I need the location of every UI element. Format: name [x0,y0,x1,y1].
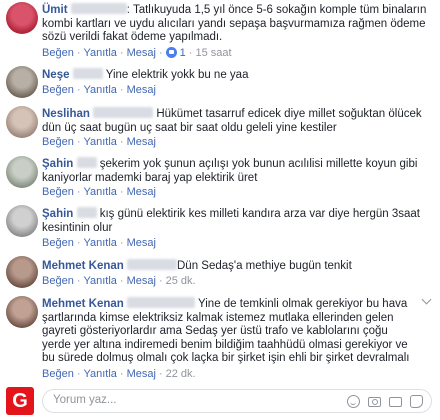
redacted-name [70,3,127,14]
reply-link[interactable]: Yanıtla [83,136,116,148]
message-link[interactable]: Mesaj [127,84,156,96]
comment-composer: G [0,386,440,416]
comment-author[interactable]: Mehmet Kenan [42,260,124,272]
chevron-down-icon[interactable] [421,294,432,305]
reaction-count[interactable]: 1 [180,47,186,59]
comment-actions: Beğen · Yanıtla · Mesaj [42,186,156,198]
gif-icon[interactable] [389,397,402,407]
comment-text: şekerim yok şunun açılışı yok bunun acıl… [42,158,418,184]
comment-actions: Beğen · Yanıtla · Mesaj [42,84,156,96]
comment-author[interactable]: Mehmet Kenan [42,298,124,310]
reply-link[interactable]: Yanıtla [83,84,116,96]
comment-author[interactable]: Şahin [42,208,73,220]
like-link[interactable]: Beğen [42,47,74,59]
comment-author[interactable]: Şahin [42,158,73,170]
like-link[interactable]: Beğen [42,136,74,148]
reply-link[interactable]: Yanıtla [83,275,116,287]
comment-author[interactable]: Neşe [42,69,70,81]
comment-input-box[interactable] [42,389,432,413]
message-link[interactable]: Mesaj [127,237,156,249]
comment-author[interactable]: Ümit [42,4,68,16]
comment-author[interactable]: Neslihan [42,108,90,120]
comment-actions: Beğen · Yanıtla · Mesaj [42,237,156,249]
redacted-name [127,297,195,308]
reply-link[interactable]: Yanıtla [83,368,116,380]
avatar[interactable] [6,156,38,188]
reply-link[interactable]: Yanıtla [83,47,116,59]
like-link[interactable]: Beğen [42,237,74,249]
comment-body: Neşe Yine elektrik yokk bu ne yaa [42,68,430,83]
timestamp[interactable]: 22 dk. [166,368,196,380]
comment-input[interactable] [53,394,353,406]
composer-icons [347,395,423,408]
comment-text: Dün Sedaş'a methiye bugün tenkit [177,260,352,272]
redacted-name [127,259,177,270]
avatar[interactable] [6,296,38,328]
comment-body: Neslihan Hükümet tasarruf edicek diye mi… [42,107,430,135]
emoji-icon[interactable] [347,395,360,408]
comment-body: Şahin şekerim yok şunun açılışı yok bunu… [42,157,430,185]
camera-icon[interactable] [368,397,381,407]
avatar[interactable] [6,66,38,98]
redacted-name [76,207,97,218]
redacted-name [76,157,97,168]
comment-text: kış günü elektirik kes milleti kandıra a… [42,208,420,234]
comment-actions: Beğen · Yanıtla · Mesaj · 1 · 15 saat [42,47,232,59]
timestamp[interactable]: 25 dk. [166,275,196,287]
page-logo: G [6,387,34,415]
like-link[interactable]: Beğen [42,84,74,96]
message-link[interactable]: Mesaj [127,136,156,148]
avatar[interactable] [6,205,38,237]
comment-body: Mehmet Kenan Dün Sedaş'a methiye bugün t… [42,259,430,274]
comment-body: Şahin kış günü elektirik kes milleti kan… [42,207,430,235]
reply-link[interactable]: Yanıtla [83,237,116,249]
comment-actions: Beğen · Yanıtla · Mesaj · 25 dk. [42,275,196,287]
message-link[interactable]: Mesaj [127,186,156,198]
comment-actions: Beğen · Yanıtla · Mesaj · 22 dk. [42,368,196,380]
message-link[interactable]: Mesaj [127,275,156,287]
redacted-name [93,107,154,118]
timestamp[interactable]: 15 saat [195,47,231,59]
like-reaction-icon[interactable] [165,47,177,58]
avatar[interactable] [6,256,38,288]
message-link[interactable]: Mesaj [127,47,156,59]
reply-link[interactable]: Yanıtla [83,186,116,198]
sticker-icon[interactable] [410,395,423,408]
avatar[interactable] [6,2,38,34]
like-link[interactable]: Beğen [42,275,74,287]
message-link[interactable]: Mesaj [127,368,156,380]
comment-body: Mehmet Kenan Yine de temkinli olmak gere… [42,297,418,366]
comment-text: Yine elektrik yokk bu ne yaa [105,69,249,81]
comment-actions: Beğen · Yanıtla · Mesaj [42,136,156,148]
like-link[interactable]: Beğen [42,368,74,380]
like-link[interactable]: Beğen [42,186,74,198]
redacted-name [72,68,103,79]
comment-body: Ümit : Tatlıkuyuda 1,5 yıl önce 5-6 soka… [42,3,430,45]
avatar[interactable] [6,106,38,138]
